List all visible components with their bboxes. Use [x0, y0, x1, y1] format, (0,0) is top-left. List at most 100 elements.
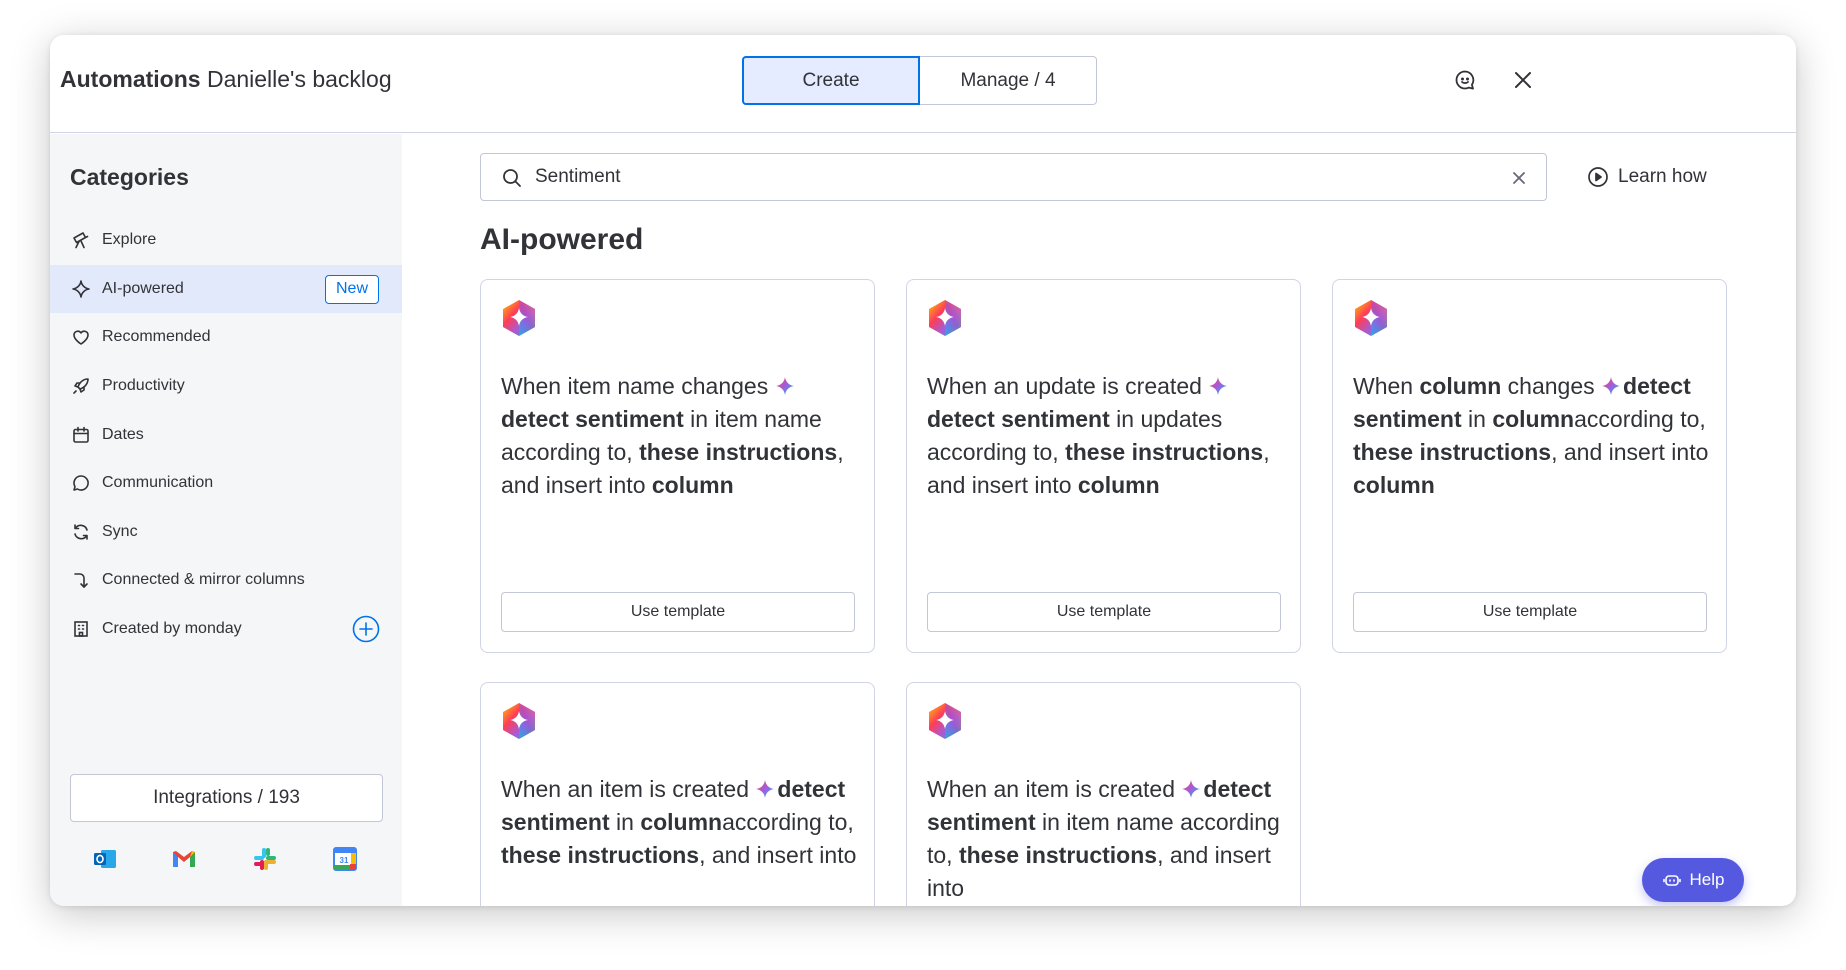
building-icon	[70, 618, 92, 640]
search-icon	[501, 167, 523, 189]
template-keyword[interactable]: column	[640, 809, 722, 835]
template-card[interactable]: When an update is created detect sentime…	[906, 279, 1301, 653]
template-keyword[interactable]: column	[1353, 472, 1435, 498]
template-keyword[interactable]: column	[1419, 373, 1501, 399]
template-text: When an update is created	[927, 373, 1209, 399]
integration-apps: 31	[50, 840, 402, 880]
dialog-title: Automations Danielle's backlog	[60, 66, 392, 93]
google-calendar-icon[interactable]: 31	[326, 840, 364, 878]
learn-how-label: Learn how	[1618, 166, 1707, 187]
close-icon[interactable]	[1509, 66, 1537, 94]
dialog-header: Automations Danielle's backlog Create Ma…	[50, 35, 1796, 133]
robot-icon	[1662, 870, 1682, 890]
help-label: Help	[1689, 870, 1725, 889]
template-keyword[interactable]: column	[652, 472, 734, 498]
ai-sparkle-icon	[775, 372, 795, 395]
template-text: according to,	[722, 809, 854, 835]
heart-icon	[70, 326, 92, 348]
template-keyword[interactable]: column	[1078, 472, 1160, 498]
template-keyword[interactable]: these instructions	[959, 842, 1157, 868]
template-keyword[interactable]: these instructions	[501, 842, 699, 868]
categories-sidebar: Categories Explore AI-powered New Recomm…	[50, 134, 402, 906]
new-badge: New	[325, 274, 380, 304]
template-keyword[interactable]: these instructions	[639, 439, 837, 465]
use-template-button[interactable]: Use template	[501, 592, 855, 632]
automations-dialog: Automations Danielle's backlog Create Ma…	[50, 35, 1796, 906]
ai-sparkle-icon	[1601, 372, 1621, 395]
category-sync[interactable]: Sync	[50, 508, 402, 557]
category-label: Communication	[102, 474, 214, 492]
category-label: Created by monday	[102, 620, 242, 638]
clear-search-icon[interactable]	[1508, 167, 1530, 189]
tab-create[interactable]: Create	[742, 56, 920, 105]
ai-logo-icon	[925, 298, 965, 338]
category-explore[interactable]: Explore	[50, 216, 402, 265]
category-label: Recommended	[102, 328, 211, 346]
category-created-by-monday[interactable]: Created by monday	[50, 605, 402, 654]
template-keyword[interactable]: these instructions	[1353, 439, 1551, 465]
integrations-button[interactable]: Integrations / 193	[70, 774, 383, 822]
ai-logo-icon	[1351, 298, 1391, 338]
template-keyword[interactable]: column	[1492, 406, 1574, 432]
category-communication[interactable]: Communication	[50, 459, 402, 508]
template-description: When item name changes detect sentiment …	[501, 370, 861, 502]
ai-logo-icon	[499, 298, 539, 338]
template-description: When column changes detect sentiment in …	[1353, 370, 1713, 502]
rocket-icon	[70, 375, 92, 397]
template-card[interactable]: When an item is created detect sentiment…	[906, 682, 1301, 906]
category-label: Sync	[102, 522, 138, 540]
template-description: When an item is created detect sentiment…	[927, 773, 1287, 905]
template-card[interactable]: When item name changes detect sentiment …	[480, 279, 875, 653]
sync-icon	[70, 521, 92, 543]
template-description: When an update is created detect sentime…	[927, 370, 1287, 502]
outlook-icon[interactable]	[86, 840, 124, 878]
calendar-icon	[70, 424, 92, 446]
help-button[interactable]: Help	[1642, 858, 1744, 902]
use-template-button[interactable]: Use template	[927, 592, 1281, 632]
search-input[interactable]	[535, 162, 1485, 192]
category-label: AI-powered	[102, 279, 184, 297]
tab-manage[interactable]: Manage / 4	[920, 56, 1097, 105]
template-description: When an item is created detect sentiment…	[501, 773, 861, 872]
template-text: in	[609, 809, 641, 835]
svg-text:31: 31	[340, 856, 349, 865]
chat-icon	[70, 472, 92, 494]
telescope-icon	[70, 229, 92, 251]
category-recommended[interactable]: Recommended	[50, 313, 402, 362]
board-name: Danielle's backlog	[206, 66, 392, 92]
category-connected-mirror[interactable]: Connected & mirror columns	[50, 556, 402, 605]
template-text: in	[1461, 406, 1493, 432]
category-productivity[interactable]: Productivity	[50, 362, 402, 411]
learn-how-link[interactable]: Learn how	[1586, 163, 1707, 191]
template-text: changes	[1501, 373, 1602, 399]
category-list: Explore AI-powered New Recommended Produ…	[50, 216, 402, 653]
template-text: , and insert into	[699, 842, 857, 868]
use-template-button[interactable]: Use template	[1353, 592, 1707, 632]
categories-title: Categories	[70, 164, 189, 190]
template-keyword[interactable]: detect sentiment	[927, 406, 1110, 432]
ai-logo-icon	[925, 701, 965, 741]
connect-icon	[70, 569, 92, 591]
ai-sparkle-icon	[1208, 372, 1228, 395]
template-keyword[interactable]: these instructions	[1065, 439, 1263, 465]
category-label: Explore	[102, 231, 157, 249]
template-text: When item name changes	[501, 373, 775, 399]
feedback-icon[interactable]	[1451, 66, 1479, 94]
category-label: Dates	[102, 425, 144, 443]
template-card[interactable]: When column changes detect sentiment in …	[1332, 279, 1727, 653]
template-text: When	[1353, 373, 1420, 399]
section-title: AI-powered	[480, 223, 644, 256]
template-text: When an item is created	[501, 776, 756, 802]
slack-icon[interactable]	[246, 840, 284, 878]
add-category-button[interactable]	[351, 614, 381, 644]
play-icon	[1586, 165, 1610, 189]
category-ai-powered[interactable]: AI-powered New	[50, 264, 402, 314]
template-keyword[interactable]: detect sentiment	[501, 406, 684, 432]
search-bar	[480, 153, 1547, 201]
sparkle-icon	[70, 278, 92, 300]
title-bold: Automations	[60, 66, 201, 92]
category-dates[interactable]: Dates	[50, 410, 402, 459]
category-label: Productivity	[102, 377, 185, 395]
template-card[interactable]: When an item is created detect sentiment…	[480, 682, 875, 906]
gmail-icon[interactable]	[165, 840, 203, 878]
